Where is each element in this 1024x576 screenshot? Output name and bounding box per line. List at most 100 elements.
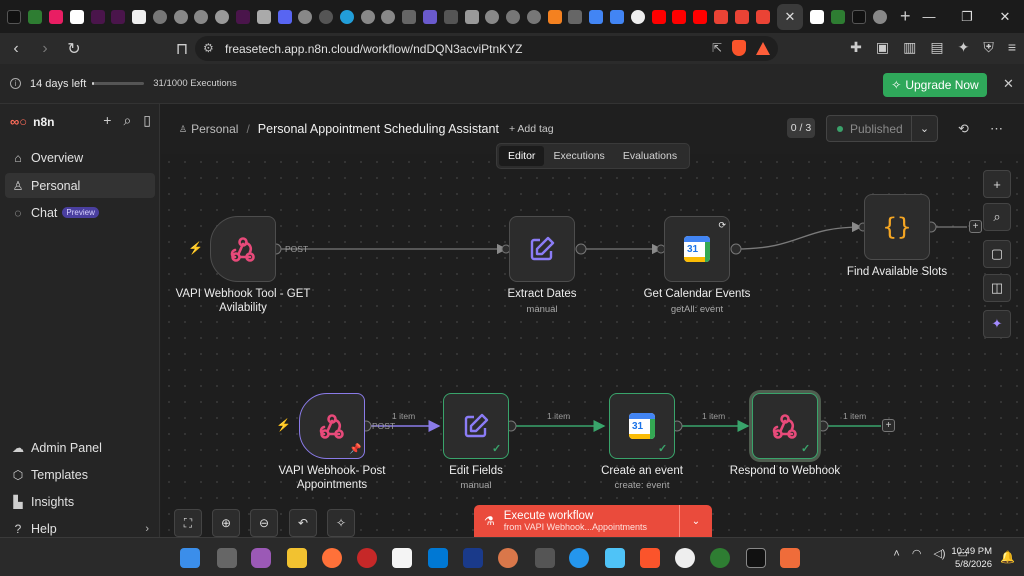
brave-rewards-icon[interactable] — [756, 41, 770, 55]
tab-favicon-sheets[interactable] — [28, 9, 43, 24]
tab-favicon-display[interactable] — [810, 9, 825, 24]
node-vapi-post[interactable]: 📌 — [299, 393, 365, 459]
task-view-icon[interactable] — [217, 548, 237, 568]
copilot-icon[interactable] — [251, 548, 271, 568]
tab-favicon-openai-3[interactable] — [360, 9, 375, 24]
tab-favicon-youtube-3[interactable] — [693, 9, 708, 24]
tab-favicon-sheets-2[interactable] — [831, 9, 846, 24]
tab-favicon-shield-2[interactable] — [568, 9, 583, 24]
node-create-event[interactable]: 31 ✓ — [609, 393, 675, 459]
tab-favicon-docs[interactable] — [69, 9, 84, 24]
chevron-down-icon[interactable]: ⌄ — [911, 116, 937, 141]
tab-favicon-n8n[interactable] — [48, 9, 63, 24]
close-banner-icon[interactable]: ✕ — [1003, 76, 1014, 92]
minimize-icon[interactable]: — — [910, 0, 948, 33]
publish-status-button[interactable]: Published ⌄ — [826, 115, 938, 142]
terminal-icon[interactable] — [746, 548, 766, 568]
undo-icon[interactable]: ↶ — [289, 509, 317, 537]
tab-favicon-gmail[interactable] — [713, 9, 728, 24]
tab-favicon-slack-2[interactable] — [111, 9, 126, 24]
workflow-canvas[interactable]: ⚡ POST VAPI Webhook Tool - GET Avilabili… — [161, 154, 1024, 537]
panel-toggle-icon[interactable]: ◫ — [983, 274, 1011, 302]
tab-favicon-chart[interactable] — [423, 9, 438, 24]
edge-getcal-to-findslots[interactable] — [735, 221, 863, 250]
sidebar-item-overview[interactable]: ⌂ Overview — [5, 145, 155, 170]
vpn-icon[interactable]: ⛨ — [983, 39, 994, 56]
zoom-in-icon[interactable]: ⊕ — [212, 509, 240, 537]
node-get-calendar-events[interactable]: 31 ⟳ — [664, 216, 730, 282]
canvas-search-icon[interactable]: ⌕ — [983, 203, 1011, 231]
chevron-up-icon[interactable]: ˄ — [893, 548, 899, 560]
forward-icon[interactable]: › — [32, 36, 58, 62]
app-icon-ghost[interactable] — [675, 548, 695, 568]
workflow-name[interactable]: Personal Appointment Scheduling Assistan… — [258, 122, 499, 136]
tab-favicon-link[interactable] — [256, 9, 271, 24]
tab-favicon-site[interactable] — [152, 9, 167, 24]
extensions-icon[interactable]: ✚ — [850, 39, 862, 56]
file-explorer-icon[interactable] — [287, 548, 307, 568]
collapse-sidebar-icon[interactable]: ▯ — [143, 112, 151, 129]
add-tag-button[interactable]: + Add tag — [509, 123, 554, 135]
tab-favicon-cloudflare[interactable] — [547, 9, 562, 24]
tab-favicon-gmail-3[interactable] — [755, 9, 770, 24]
fit-view-icon[interactable]: ⛶ — [174, 509, 202, 537]
add-node-after-find-slots[interactable]: + — [969, 220, 982, 233]
notification-bell-icon[interactable]: 🔔 — [1000, 550, 1015, 564]
tab-favicon-clock[interactable] — [630, 9, 645, 24]
reload-icon[interactable]: ↻ — [61, 36, 87, 62]
tab-favicon-globe-3[interactable] — [526, 9, 541, 24]
brave-shields-icon[interactable] — [732, 40, 746, 56]
tab-favicon-va[interactable] — [7, 9, 22, 24]
tab-favicon-globe-2[interactable] — [506, 9, 521, 24]
node-find-available-slots[interactable]: {} — [864, 194, 930, 260]
tab-favicon-notion[interactable] — [132, 9, 147, 24]
sidebar-item-personal[interactable]: ♙ Personal — [5, 173, 155, 198]
tab-favicon-openai-5[interactable] — [872, 9, 887, 24]
n8n-logo-icon[interactable]: ∞○ — [10, 114, 27, 129]
utorrent-icon[interactable] — [710, 548, 730, 568]
tab-favicon-shield[interactable] — [402, 9, 417, 24]
app-icon-orange[interactable] — [780, 548, 800, 568]
tidy-up-icon[interactable]: ✧ — [327, 509, 355, 537]
site-info-icon[interactable]: ⚙ — [203, 41, 214, 55]
close-window-icon[interactable]: ✕ — [986, 0, 1024, 33]
sidebar-item-admin-panel[interactable]: ☁ Admin Panel — [5, 435, 155, 460]
create-icon[interactable]: + — [103, 112, 111, 129]
tab-favicon-openai-2[interactable] — [194, 9, 209, 24]
more-options-icon[interactable]: ⋯ — [990, 121, 1003, 137]
search-icon[interactable]: ⌕ — [123, 112, 131, 129]
ai-assistant-icon[interactable]: ✦ — [983, 310, 1011, 338]
sidebar-item-insights[interactable]: ▙ Insights — [5, 489, 155, 514]
system-clock[interactable]: 10:49 PM 5/8/2026 — [948, 545, 992, 571]
tab-favicon-generic[interactable] — [277, 9, 292, 24]
tab-favicon-youtube[interactable] — [651, 9, 666, 24]
app-icon-w[interactable] — [392, 548, 412, 568]
tab-favicon-github[interactable] — [319, 9, 334, 24]
tab-favicon-va-2[interactable] — [851, 9, 866, 24]
add-node-after-respond[interactable]: + — [882, 419, 895, 432]
wifi-icon[interactable]: ◠ — [912, 547, 922, 560]
tab-favicon-gdocs[interactable] — [589, 9, 604, 24]
node-vapi-get[interactable] — [210, 216, 276, 282]
history-icon[interactable]: ⟲ — [958, 121, 969, 137]
breadcrumb-project[interactable]: Personal — [191, 122, 238, 136]
address-bar[interactable]: ⚙ freasetech.app.n8n.cloud/workflow/ndDQ… — [195, 36, 778, 61]
active-tab-close-icon[interactable]: ✕ — [776, 3, 803, 30]
tab-favicon-gmail-2[interactable] — [734, 9, 749, 24]
tab-favicon-slack[interactable] — [90, 9, 105, 24]
tab-evaluations[interactable]: Evaluations — [614, 146, 686, 166]
screenshot-icon[interactable]: ▣ — [876, 39, 889, 56]
tab-favicon-puzzle[interactable] — [464, 9, 479, 24]
tab-executions[interactable]: Executions — [544, 146, 613, 166]
sidebar-item-chat[interactable]: ◌ Chat Preview — [5, 200, 155, 225]
app-icon-blue[interactable] — [463, 548, 483, 568]
leo-ai-icon[interactable]: ✦ — [958, 39, 970, 56]
wallet-icon[interactable]: ▤ — [930, 39, 943, 56]
restore-icon[interactable]: ❐ — [948, 0, 986, 33]
tab-favicon-gdocs-2[interactable] — [610, 9, 625, 24]
tab-favicon-openai-4[interactable] — [381, 9, 396, 24]
tab-favicon-telegram[interactable] — [339, 9, 354, 24]
docker-icon[interactable] — [569, 548, 589, 568]
node-respond-to-webhook[interactable]: ✓ — [752, 393, 818, 459]
notepad-icon[interactable] — [605, 548, 625, 568]
